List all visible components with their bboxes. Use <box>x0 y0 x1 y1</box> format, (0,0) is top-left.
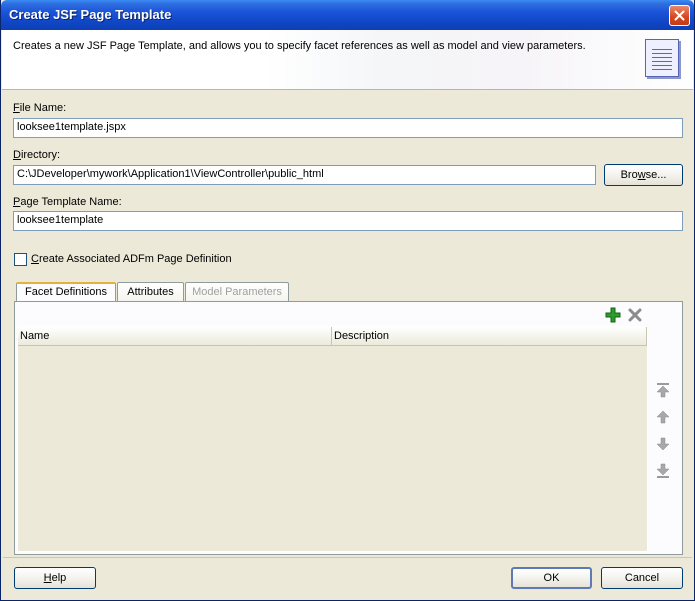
browse-button[interactable]: Browse... <box>604 164 683 186</box>
file-name-label: File Name: <box>13 102 67 114</box>
footer-separator <box>3 557 692 558</box>
gray-x-icon[interactable] <box>627 307 643 323</box>
tab-model-parameters[interactable]: Model Parameters <box>185 282 289 302</box>
file-name-input[interactable]: looksee1template.jspx <box>13 118 683 138</box>
close-icon <box>674 10 685 21</box>
header-description: Creates a new JSF Page Template, and all… <box>13 40 586 52</box>
dialog-window: Create JSF Page Template Creates a new J… <box>0 0 695 601</box>
title-bar[interactable]: Create JSF Page Template <box>1 0 694 30</box>
move-up-icon[interactable] <box>655 409 671 425</box>
close-button[interactable] <box>669 5 690 26</box>
facet-table[interactable]: Name Description <box>17 326 648 552</box>
window-title: Create JSF Page Template <box>9 7 172 22</box>
header-panel: Creates a new JSF Page Template, and all… <box>2 30 693 90</box>
tab-panel-facet-definitions: Name Description <box>14 301 683 555</box>
cancel-button[interactable]: Cancel <box>601 567 683 589</box>
green-plus-icon[interactable] <box>605 307 621 323</box>
move-down-icon[interactable] <box>655 436 671 452</box>
adfm-page-definition-label[interactable]: Create Associated ADFm Page Definition <box>31 253 232 265</box>
move-to-bottom-icon[interactable] <box>655 463 671 479</box>
tab-facet-definitions[interactable]: Facet Definitions <box>16 282 116 303</box>
column-header-name[interactable]: Name <box>18 327 332 346</box>
facet-toolbar <box>17 304 680 328</box>
tab-attributes[interactable]: Attributes <box>117 282 184 302</box>
ok-button[interactable]: OK <box>511 567 592 589</box>
page-template-icon <box>645 39 679 77</box>
template-name-label: Page Template Name: <box>13 196 122 208</box>
directory-label: Directory: <box>13 149 61 161</box>
directory-input[interactable]: C:\JDeveloper\mywork\Application1\ViewCo… <box>13 165 596 185</box>
move-to-top-icon[interactable] <box>655 382 671 398</box>
help-button[interactable]: Help <box>14 567 96 589</box>
template-name-input[interactable]: looksee1template <box>13 211 683 231</box>
column-header-description[interactable]: Description <box>332 327 647 346</box>
table-header: Name Description <box>18 327 647 346</box>
adfm-page-definition-checkbox[interactable] <box>14 253 27 266</box>
